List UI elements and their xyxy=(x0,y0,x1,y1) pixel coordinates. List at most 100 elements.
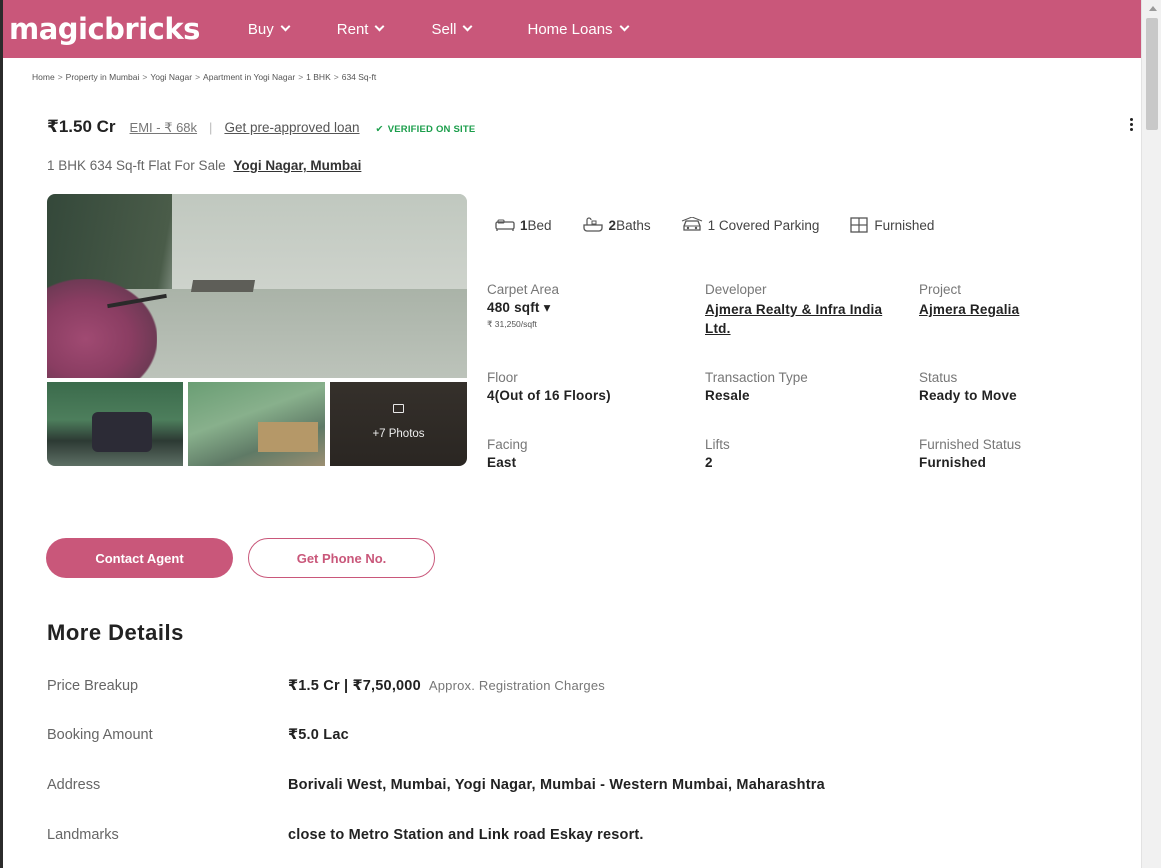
spec-value: Resale xyxy=(705,388,750,403)
breadcrumb-separator: > xyxy=(298,72,304,82)
breadcrumb-property-in-mumbai[interactable]: Property in Mumbai xyxy=(66,72,140,82)
spec-status: Status Ready to Move xyxy=(919,370,1017,403)
preapproved-loan-link[interactable]: Get pre-approved loan xyxy=(224,120,359,135)
bed-icon xyxy=(495,219,515,231)
spec-carpet-area: Carpet Area 480 sqft ▾ ₹ 31,250/sqft xyxy=(487,282,559,330)
detail-row-price-breakup: Price Breakup ₹1.5 Cr | ₹7,50,000 Approx.… xyxy=(47,678,605,694)
get-phone-button[interactable]: Get Phone No. xyxy=(248,538,435,578)
nav-buy[interactable]: Buy xyxy=(247,20,291,38)
feature-summary: 1 Bed 2 Baths 1 Covered Parking Furnished xyxy=(495,217,934,233)
chevron-down-icon xyxy=(375,21,385,32)
spec-label: Developer xyxy=(705,282,767,297)
listing-title: 1 BHK 634 Sq-ft Flat For Sale Yogi Nagar… xyxy=(47,158,361,173)
developer-link[interactable]: Ajmera Realty & Infra India Ltd. xyxy=(705,300,900,338)
detail-value: Borivali West, Mumbai, Yogi Nagar, Mumba… xyxy=(288,777,825,793)
breadcrumb-apartment[interactable]: Apartment in Yogi Nagar xyxy=(203,72,295,82)
spec-floor: Floor 4(Out of 16 Floors) xyxy=(487,370,611,403)
price-breakup-value: ₹1.5 Cr | ₹7,50,000 xyxy=(288,678,421,694)
magicbricks-logo[interactable]: magicbricks xyxy=(9,12,200,46)
detail-row-address: Address Borivali West, Mumbai, Yogi Naga… xyxy=(47,777,825,793)
verified-badge: ✔ VERIFIED ON SITE xyxy=(376,124,476,135)
breadcrumb: Home > Property in Mumbai > Yogi Nagar > Apart… xyxy=(32,72,376,82)
price-row: ₹1.50 Cr EMI - ₹ 68k | Get pre-approved … xyxy=(47,117,475,137)
bed-label: Bed xyxy=(527,217,552,233)
spec-value: Furnished xyxy=(919,455,987,470)
scrollbar-thumb[interactable] xyxy=(1146,18,1158,130)
nav-buy-label: Buy xyxy=(247,20,274,38)
spec-facing: Facing East xyxy=(487,437,528,470)
spec-value: East xyxy=(487,455,517,470)
spec-label: Carpet Area xyxy=(487,282,560,297)
listing-location-link[interactable]: Yogi Nagar, Mumbai xyxy=(233,158,361,173)
project-link[interactable]: Ajmera Regalia xyxy=(919,300,1019,319)
parking-label: 1 Covered Parking xyxy=(707,217,820,233)
carpet-area-value: 480 sqft xyxy=(487,300,540,315)
bed-count: 1 xyxy=(520,217,528,233)
detail-row-landmarks: Landmarks close to Metro Station and Lin… xyxy=(47,827,644,843)
chevron-down-icon xyxy=(619,21,629,32)
detail-label: Price Breakup xyxy=(47,678,139,694)
emi-link[interactable]: EMI - ₹ 68k xyxy=(130,120,198,136)
more-photos-label: +7 Photos xyxy=(372,428,425,440)
spec-value: Ready to Move xyxy=(919,388,1017,403)
verified-label: VERIFIED ON SITE xyxy=(387,124,476,135)
vertical-scrollbar[interactable] xyxy=(1141,0,1161,868)
main-property-photo[interactable] xyxy=(47,194,467,378)
listing-price: ₹1.50 Cr xyxy=(47,117,116,136)
spec-label: Project xyxy=(919,282,962,297)
feature-parking: 1 Covered Parking xyxy=(681,217,820,233)
breadcrumb-home[interactable]: Home xyxy=(32,72,55,82)
more-details-heading: More Details xyxy=(47,620,184,645)
breadcrumb-separator: > xyxy=(57,72,63,82)
chevron-down-icon xyxy=(280,21,291,32)
more-photos-thumbnail[interactable]: +7 Photos xyxy=(330,382,467,466)
checkmark-icon: ✔ xyxy=(375,124,384,135)
registration-note: Approx. Registration Charges xyxy=(428,678,605,693)
spec-label: Furnished Status xyxy=(919,437,1022,452)
breadcrumb-yogi-nagar[interactable]: Yogi Nagar xyxy=(150,72,192,82)
breadcrumb-1bhk[interactable]: 1 BHK xyxy=(306,72,331,82)
spec-value: 4(Out of 16 Floors) xyxy=(487,388,611,403)
spec-developer: Developer Ajmera Realty & Infra India Lt… xyxy=(705,282,900,338)
car-icon xyxy=(681,217,702,231)
nav-rent[interactable]: Rent xyxy=(336,20,385,38)
listing-title-text: 1 BHK 634 Sq-ft Flat For Sale xyxy=(47,158,226,173)
spec-value: 480 sqft ▾ xyxy=(487,300,559,316)
photo-icon xyxy=(393,404,404,413)
feature-baths: 2 Baths xyxy=(582,217,651,233)
chevron-down-icon xyxy=(463,21,473,32)
top-navigation-bar: magicbricks Buy Rent Sell Home Loans xyxy=(3,0,1141,58)
breadcrumb-sqft: 634 Sq-ft xyxy=(341,72,377,82)
spec-value: 2 xyxy=(705,455,713,470)
contact-agent-button[interactable]: Contact Agent xyxy=(46,538,233,578)
detail-value: ₹1.5 Cr | ₹7,50,000 Approx. Registration … xyxy=(288,678,605,694)
breadcrumb-separator: > xyxy=(142,72,148,82)
nav-rent-label: Rent xyxy=(336,20,369,38)
spec-lifts: Lifts 2 xyxy=(705,437,730,470)
price-per-sqft: ₹ 31,250/sqft xyxy=(487,319,537,329)
spec-label: Status xyxy=(919,370,958,385)
more-options-icon[interactable] xyxy=(1126,116,1136,138)
spec-project: Project Ajmera Regalia xyxy=(919,282,1019,319)
detail-row-booking-amount: Booking Amount ₹5.0 Lac xyxy=(47,727,349,743)
nav-sell-label: Sell xyxy=(431,20,457,38)
detail-label: Landmarks xyxy=(47,827,119,843)
main-nav: Buy Rent Sell Home Loans xyxy=(248,21,676,38)
feature-bed: 1 Bed xyxy=(495,218,552,233)
spec-label: Transaction Type xyxy=(705,370,808,385)
info-chevron-icon[interactable]: ▾ xyxy=(544,300,551,315)
detail-label: Booking Amount xyxy=(47,727,153,743)
window-frame-edge xyxy=(0,0,3,868)
spec-label: Lifts xyxy=(705,437,730,452)
property-thumbnail-2[interactable] xyxy=(188,382,325,466)
breadcrumb-separator: > xyxy=(333,72,339,82)
detail-value: ₹5.0 Lac xyxy=(288,727,349,743)
bathtub-icon xyxy=(582,217,603,232)
bath-count: 2 xyxy=(608,217,617,233)
scroll-up-arrow-icon[interactable] xyxy=(1149,6,1157,11)
detail-value: close to Metro Station and Link road Esk… xyxy=(288,827,644,843)
property-thumbnail-1[interactable] xyxy=(47,382,183,466)
spec-furnished-status: Furnished Status Furnished xyxy=(919,437,1021,470)
nav-home-loans[interactable]: Home Loans xyxy=(527,21,629,38)
nav-sell[interactable]: Sell xyxy=(431,20,473,38)
